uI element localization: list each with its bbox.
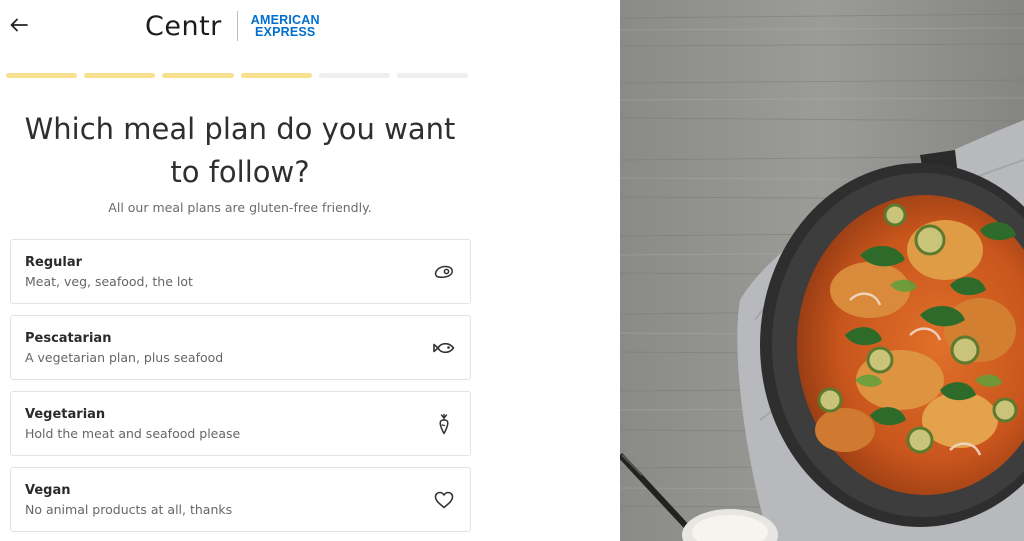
option-title: Regular xyxy=(25,255,83,270)
option-pescatarian[interactable]: Pescatarian A vegetarian plan, plus seaf… xyxy=(10,315,471,380)
meal-plan-options: Regular Meat, veg, seafood, the lot Pesc… xyxy=(10,239,471,541)
progress-step xyxy=(318,73,390,78)
option-description: No animal products at all, thanks xyxy=(25,502,233,517)
progress-step xyxy=(162,73,234,78)
option-vegetarian[interactable]: Vegetarian Hold the meat and seafood ple… xyxy=(10,391,471,456)
meal-plan-panel: Centr AMERICAN EXPRESS Which meal plan d… xyxy=(0,0,620,541)
food-photo xyxy=(620,0,1024,541)
page-subtitle: All our meal plans are gluten-free frien… xyxy=(108,200,372,215)
option-vegan[interactable]: Vegan No animal products at all, thanks xyxy=(10,467,471,532)
american-express-logo: AMERICAN EXPRESS xyxy=(251,14,320,39)
fish-icon xyxy=(432,336,456,360)
brand-logos: Centr AMERICAN EXPRESS xyxy=(145,8,320,44)
option-regular[interactable]: Regular Meat, veg, seafood, the lot xyxy=(10,239,471,304)
carrot-icon xyxy=(432,412,456,436)
back-button[interactable] xyxy=(6,12,32,38)
option-description: A vegetarian plan, plus seafood xyxy=(25,350,224,365)
option-description: Hold the meat and seafood please xyxy=(25,426,241,441)
amex-logo-line2: EXPRESS xyxy=(255,25,316,39)
heart-icon xyxy=(432,488,456,512)
progress-step xyxy=(6,73,78,78)
page-title: Which meal plan do you want to follow? xyxy=(24,112,456,189)
logo-divider xyxy=(236,11,238,41)
centr-logo: Centr xyxy=(145,10,222,42)
progress-bar xyxy=(6,73,469,78)
progress-step xyxy=(396,73,469,78)
option-title: Vegan xyxy=(25,483,71,498)
option-title: Vegetarian xyxy=(25,407,106,422)
app: Centr AMERICAN EXPRESS Which meal plan d… xyxy=(0,0,1024,541)
option-title: Pescatarian xyxy=(25,331,112,346)
steak-icon xyxy=(432,260,456,284)
option-description: Meat, veg, seafood, the lot xyxy=(25,274,193,289)
progress-step xyxy=(240,73,312,78)
arrow-left-icon xyxy=(10,18,28,32)
progress-step xyxy=(84,73,156,78)
